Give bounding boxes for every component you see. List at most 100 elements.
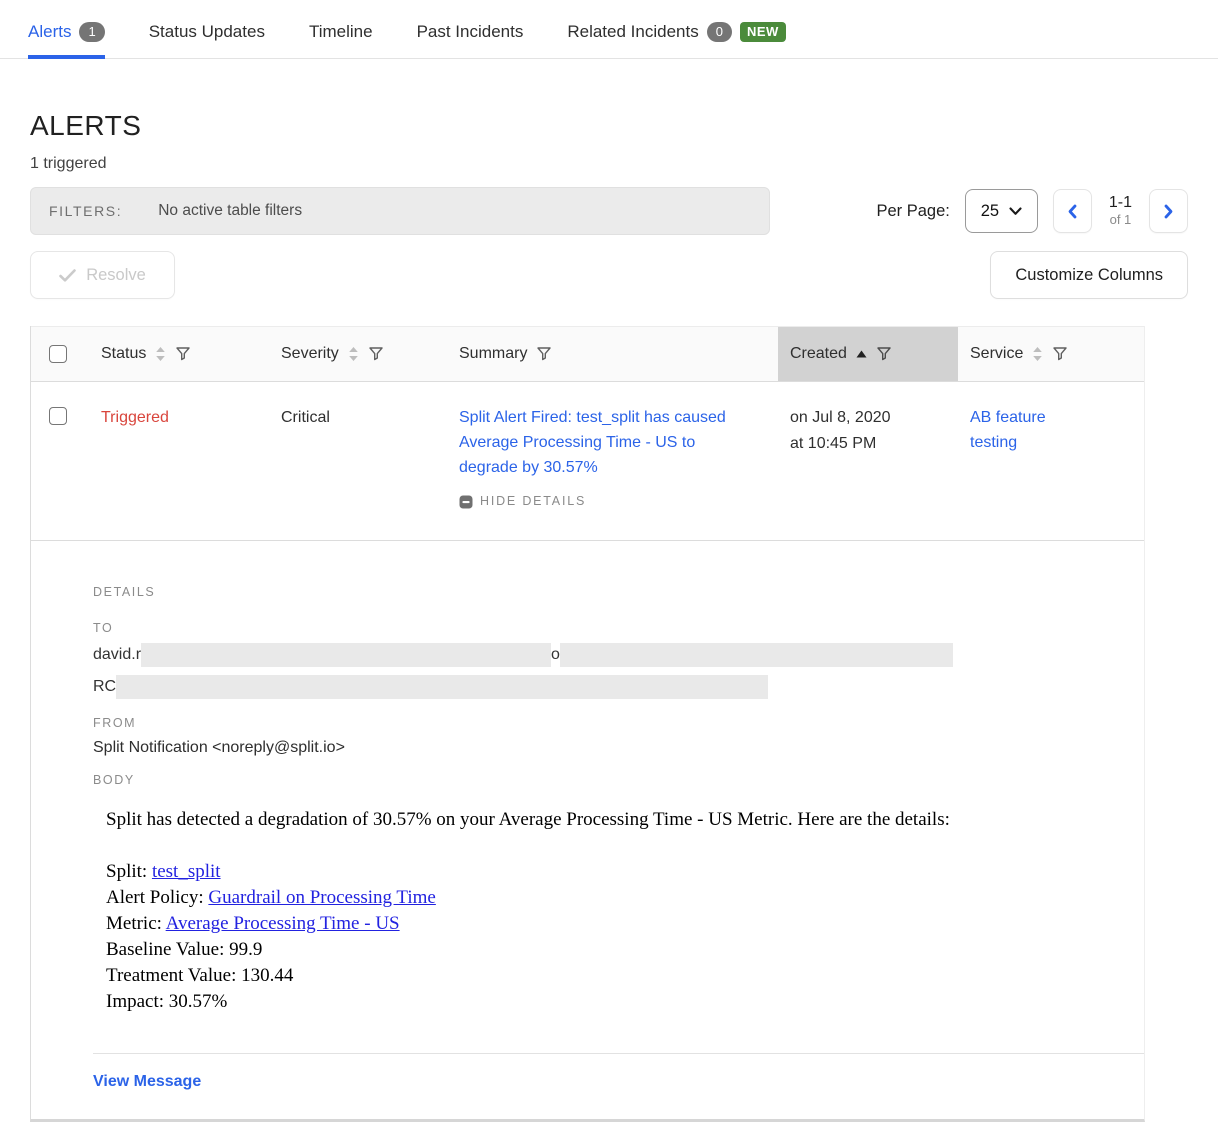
alerts-section-header: ALERTS 1 triggered — [30, 111, 1188, 173]
alert-service-link[interactable]: AB feature testing — [970, 405, 1080, 455]
per-page-select[interactable]: 25 — [965, 189, 1038, 233]
per-page-value: 25 — [981, 202, 999, 221]
status-column-label: Status — [101, 345, 146, 363]
tab-timeline-label: Timeline — [309, 22, 373, 42]
select-all-checkbox[interactable] — [49, 345, 67, 363]
created-column-label: Created — [790, 345, 847, 363]
alerts-table: Status Severity Summary — [30, 326, 1145, 1122]
alert-service-cell: AB feature testing — [958, 405, 1146, 514]
alert-status: Triggered — [89, 405, 269, 514]
details-label: DETAILS — [93, 585, 1144, 599]
service-column-label: Service — [970, 345, 1023, 363]
email-field-treatment: Treatment Value: 130.44 — [106, 963, 1144, 989]
to-recipients-line2: RC — [93, 675, 1144, 699]
tab-past-incidents[interactable]: Past Incidents — [417, 22, 524, 59]
customize-columns-label: Customize Columns — [1015, 266, 1163, 285]
alert-summary-cell: Split Alert Fired: test_split has caused… — [447, 405, 778, 514]
tab-alerts-label: Alerts — [28, 22, 71, 42]
redaction-bar — [141, 643, 551, 667]
body-label: BODY — [93, 773, 1144, 787]
alert-created-time: at 10:45 PM — [790, 431, 958, 457]
filters-status-text: No active table filters — [158, 202, 302, 220]
resolve-button[interactable]: Resolve — [30, 251, 175, 299]
filter-icon[interactable] — [175, 346, 191, 362]
customize-columns-button[interactable]: Customize Columns — [990, 251, 1188, 299]
row-checkbox-cell — [31, 405, 89, 514]
resolve-button-label: Resolve — [86, 266, 146, 285]
from-value: Split Notification <noreply@split.io> — [93, 739, 1144, 757]
page-range: 1-1 of 1 — [1107, 194, 1134, 227]
email-field-metric: Metric: Average Processing Time - US — [106, 911, 1144, 937]
alert-severity: Critical — [269, 405, 447, 514]
tab-alerts[interactable]: Alerts 1 — [28, 22, 105, 59]
alert-policy-link[interactable]: Guardrail on Processing Time — [208, 887, 435, 908]
hide-details-toggle[interactable]: HIDE DETAILS — [459, 489, 778, 514]
field-value: 30.57% — [169, 991, 228, 1012]
tab-timeline[interactable]: Timeline — [309, 22, 373, 59]
to-recipient-text: o — [551, 646, 560, 664]
next-page-button[interactable] — [1149, 189, 1188, 233]
to-recipient-text: RC — [93, 678, 116, 696]
column-header-status[interactable]: Status — [89, 327, 269, 381]
filters-label: FILTERS: — [49, 203, 122, 219]
sort-icon[interactable] — [348, 346, 359, 362]
view-message-link[interactable]: View Message — [93, 1073, 201, 1091]
chevron-right-icon — [1164, 204, 1174, 219]
field-label: Treatment Value: — [106, 965, 241, 986]
filters-bar[interactable]: FILTERS: No active table filters — [30, 187, 770, 235]
field-label: Alert Policy: — [106, 887, 208, 908]
sort-icon[interactable] — [155, 346, 166, 362]
column-header-service[interactable]: Service — [958, 327, 1146, 381]
alert-created-date: on Jul 8, 2020 — [790, 405, 958, 431]
hide-details-label: HIDE DETAILS — [480, 489, 586, 514]
tab-past-incidents-label: Past Incidents — [417, 22, 524, 42]
to-label: TO — [93, 621, 1144, 635]
triggered-count: 1 triggered — [30, 155, 1188, 173]
to-recipient-text: david.r — [93, 646, 141, 664]
tab-related-incidents-label: Related Incidents — [567, 22, 698, 42]
page-range-value: 1-1 — [1109, 194, 1132, 212]
chevron-down-icon — [1009, 207, 1022, 216]
tab-status-updates-label: Status Updates — [149, 22, 265, 42]
page-title: ALERTS — [30, 111, 1188, 141]
field-value: 99.9 — [229, 939, 262, 960]
email-field-baseline: Baseline Value: 99.9 — [106, 937, 1144, 963]
chevron-left-icon — [1067, 204, 1077, 219]
tab-bar: Alerts 1 Status Updates Timeline Past In… — [0, 0, 1218, 59]
tab-status-updates[interactable]: Status Updates — [149, 22, 265, 59]
filter-icon[interactable] — [368, 346, 384, 362]
prev-page-button[interactable] — [1053, 189, 1092, 233]
tab-related-incidents[interactable]: Related Incidents 0 NEW — [567, 22, 785, 59]
table-toolbar: FILTERS: No active table filters Per Pag… — [30, 187, 1188, 235]
filter-icon[interactable] — [536, 346, 552, 362]
minus-square-icon — [459, 495, 473, 509]
column-header-severity[interactable]: Severity — [269, 327, 447, 381]
split-link[interactable]: test_split — [152, 861, 221, 882]
sort-ascending-icon[interactable] — [856, 350, 867, 358]
severity-column-label: Severity — [281, 345, 339, 363]
filter-icon[interactable] — [876, 346, 892, 362]
to-recipients-line1: david.r o — [93, 643, 1144, 667]
field-label: Metric: — [106, 913, 166, 934]
sort-icon[interactable] — [1032, 346, 1043, 362]
from-label: FROM — [93, 716, 1144, 730]
row-checkbox[interactable] — [49, 407, 67, 425]
alert-details-panel: DETAILS TO david.r o RC FROM Split Notif… — [31, 541, 1144, 1119]
alert-table-row: Triggered Critical Split Alert Fired: te… — [31, 382, 1144, 541]
column-header-created[interactable]: Created — [778, 327, 958, 381]
checkmark-icon — [59, 269, 76, 282]
field-label: Impact: — [106, 991, 169, 1012]
field-label: Baseline Value: — [106, 939, 229, 960]
alert-summary-link[interactable]: Split Alert Fired: test_split has caused… — [459, 405, 744, 480]
page-total: of 1 — [1109, 213, 1132, 228]
column-header-summary[interactable]: Summary — [447, 327, 778, 381]
header-checkbox-cell — [31, 327, 89, 381]
summary-column-label: Summary — [459, 345, 527, 363]
alert-created: on Jul 8, 2020 at 10:45 PM — [778, 405, 958, 514]
metric-link[interactable]: Average Processing Time - US — [166, 913, 400, 934]
filter-icon[interactable] — [1052, 346, 1068, 362]
pagination-controls: Per Page: 25 1-1 of 1 — [876, 189, 1188, 233]
table-header-row: Status Severity Summary — [31, 326, 1144, 382]
actions-toolbar: Resolve Customize Columns — [30, 251, 1188, 299]
field-value: 130.44 — [241, 965, 293, 986]
